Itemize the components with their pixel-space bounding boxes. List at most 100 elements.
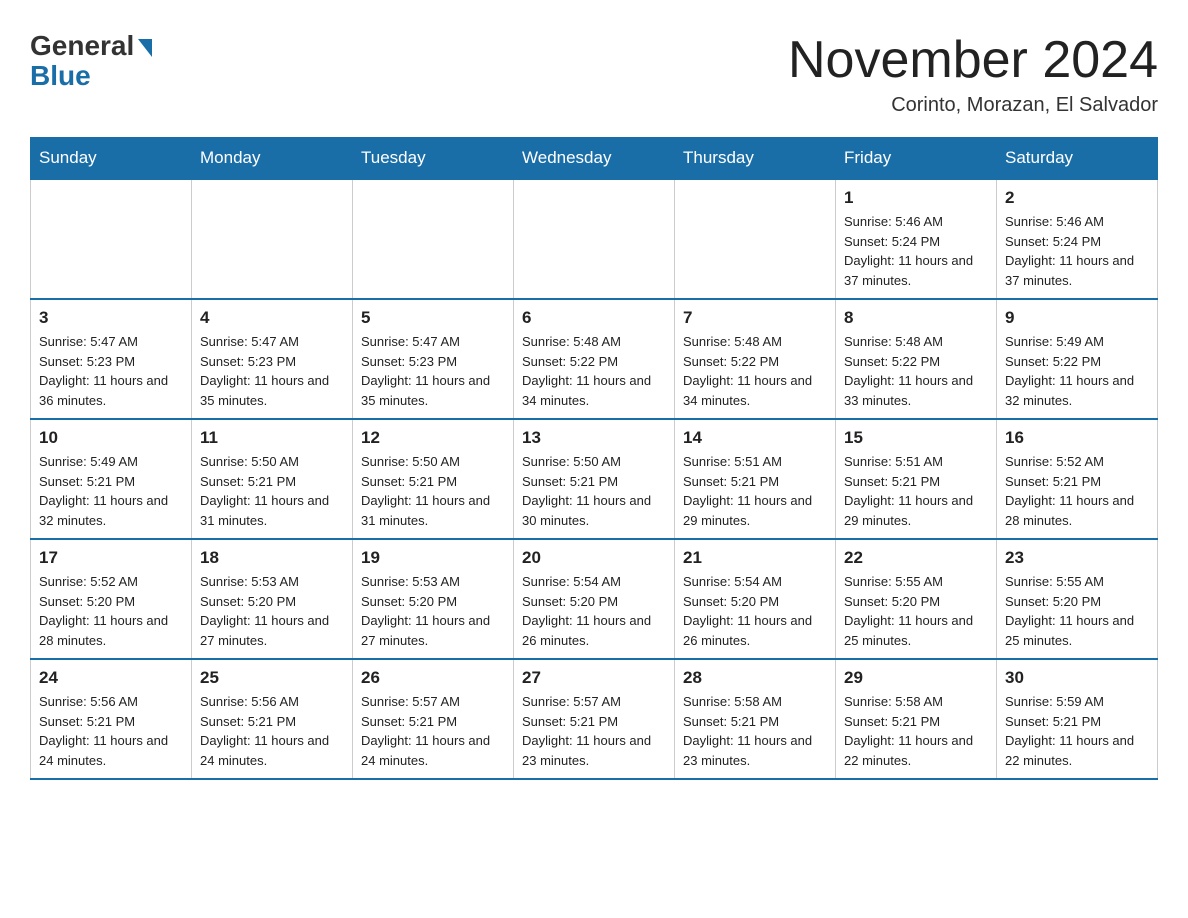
day-number: 29: [844, 668, 988, 688]
day-number: 24: [39, 668, 183, 688]
calendar-cell: 6Sunrise: 5:48 AM Sunset: 5:22 PM Daylig…: [514, 299, 675, 419]
day-number: 3: [39, 308, 183, 328]
day-number: 4: [200, 308, 344, 328]
day-number: 21: [683, 548, 827, 568]
calendar-week-4: 17 Sunrise: 5:52 AM Sunset: 5:20 PM Dayli…: [31, 539, 1158, 659]
calendar-header-row: SundayMondayTuesdayWednesdayThursdayFrid…: [31, 138, 1158, 180]
calendar-cell: 16Sunrise: 5:52 AM Sunset: 5:21 PM Dayli…: [997, 419, 1158, 539]
day-number: 23: [1005, 548, 1149, 568]
day-number: 15: [844, 428, 988, 448]
day-number: 18: [200, 548, 344, 568]
day-info: Sunrise: 5:59 AM Sunset: 5:21 PM Dayligh…: [1005, 692, 1149, 770]
calendar-cell: 7 Sunrise: 5:48 AM Sunset: 5:22 PM Daylig…: [675, 299, 836, 419]
day-number: 28: [683, 668, 827, 688]
day-number: 10: [39, 428, 183, 448]
calendar-cell: [192, 179, 353, 299]
day-info: Sunrise: 5:56 AM Sunset: 5:21 PM Dayligh…: [39, 692, 183, 770]
calendar-week-1: 1 Sunrise: 5:46 AM Sunset: 5:24 PM Daylig…: [31, 179, 1158, 299]
day-info: Sunrise: 5:57 AM Sunset: 5:21 PM Dayligh…: [361, 692, 505, 770]
day-info: Sunrise: 5:52 AM Sunset: 5:20 PM Dayligh…: [39, 572, 183, 650]
calendar-cell: [31, 179, 192, 299]
column-header-monday: Monday: [192, 138, 353, 180]
month-title: November 2024: [788, 30, 1158, 90]
calendar-cell: 28 Sunrise: 5:58 AM Sunset: 5:21 PM Dayli…: [675, 659, 836, 779]
calendar-cell: 8Sunrise: 5:48 AM Sunset: 5:22 PM Daylig…: [836, 299, 997, 419]
calendar-week-2: 3 Sunrise: 5:47 AM Sunset: 5:23 PM Daylig…: [31, 299, 1158, 419]
calendar-cell: 27 Sunrise: 5:57 AM Sunset: 5:21 PM Dayli…: [514, 659, 675, 779]
day-info: Sunrise: 5:49 AM Sunset: 5:22 PM Dayligh…: [1005, 332, 1149, 410]
calendar-cell: [514, 179, 675, 299]
day-number: 9: [1005, 308, 1149, 328]
day-number: 1: [844, 188, 988, 208]
day-info: Sunrise: 5:51 AM Sunset: 5:21 PM Dayligh…: [844, 452, 988, 530]
calendar-cell: 10 Sunrise: 5:49 AM Sunset: 5:21 PM Dayli…: [31, 419, 192, 539]
day-number: 17: [39, 548, 183, 568]
day-number: 7: [683, 308, 827, 328]
day-number: 14: [683, 428, 827, 448]
day-info: Sunrise: 5:57 AM Sunset: 5:21 PM Dayligh…: [522, 692, 666, 770]
calendar-cell: 26 Sunrise: 5:57 AM Sunset: 5:21 PM Dayli…: [353, 659, 514, 779]
calendar-cell: 20Sunrise: 5:54 AM Sunset: 5:20 PM Dayli…: [514, 539, 675, 659]
calendar-cell: 17 Sunrise: 5:52 AM Sunset: 5:20 PM Dayli…: [31, 539, 192, 659]
day-info: Sunrise: 5:50 AM Sunset: 5:21 PM Dayligh…: [200, 452, 344, 530]
calendar-cell: 18 Sunrise: 5:53 AM Sunset: 5:20 PM Dayli…: [192, 539, 353, 659]
day-info: Sunrise: 5:55 AM Sunset: 5:20 PM Dayligh…: [844, 572, 988, 650]
day-number: 27: [522, 668, 666, 688]
calendar-cell: 29 Sunrise: 5:58 AM Sunset: 5:21 PM Dayli…: [836, 659, 997, 779]
column-header-thursday: Thursday: [675, 138, 836, 180]
calendar-cell: [353, 179, 514, 299]
day-info: Sunrise: 5:58 AM Sunset: 5:21 PM Dayligh…: [844, 692, 988, 770]
calendar-cell: 9 Sunrise: 5:49 AM Sunset: 5:22 PM Daylig…: [997, 299, 1158, 419]
day-info: Sunrise: 5:55 AM Sunset: 5:20 PM Dayligh…: [1005, 572, 1149, 650]
calendar-cell: 4 Sunrise: 5:47 AM Sunset: 5:23 PM Daylig…: [192, 299, 353, 419]
day-info: Sunrise: 5:56 AM Sunset: 5:21 PM Dayligh…: [200, 692, 344, 770]
calendar-cell: 11 Sunrise: 5:50 AM Sunset: 5:21 PM Dayli…: [192, 419, 353, 539]
calendar-cell: [675, 179, 836, 299]
column-header-sunday: Sunday: [31, 138, 192, 180]
day-info: Sunrise: 5:54 AM Sunset: 5:20 PM Dayligh…: [683, 572, 827, 650]
day-info: Sunrise: 5:48 AM Sunset: 5:22 PM Dayligh…: [683, 332, 827, 410]
calendar-week-3: 10 Sunrise: 5:49 AM Sunset: 5:21 PM Dayli…: [31, 419, 1158, 539]
day-info: Sunrise: 5:46 AM Sunset: 5:24 PM Dayligh…: [844, 212, 988, 290]
calendar-cell: 24 Sunrise: 5:56 AM Sunset: 5:21 PM Dayli…: [31, 659, 192, 779]
calendar-week-5: 24 Sunrise: 5:56 AM Sunset: 5:21 PM Dayli…: [31, 659, 1158, 779]
day-info: Sunrise: 5:47 AM Sunset: 5:23 PM Dayligh…: [200, 332, 344, 410]
day-number: 30: [1005, 668, 1149, 688]
day-info: Sunrise: 5:50 AM Sunset: 5:21 PM Dayligh…: [361, 452, 505, 530]
day-info: Sunrise: 5:47 AM Sunset: 5:23 PM Dayligh…: [361, 332, 505, 410]
day-number: 25: [200, 668, 344, 688]
logo: General Blue: [30, 30, 152, 92]
column-header-saturday: Saturday: [997, 138, 1158, 180]
day-number: 19: [361, 548, 505, 568]
calendar-cell: 3 Sunrise: 5:47 AM Sunset: 5:23 PM Daylig…: [31, 299, 192, 419]
calendar-cell: 2Sunrise: 5:46 AM Sunset: 5:24 PM Daylig…: [997, 179, 1158, 299]
day-info: Sunrise: 5:50 AM Sunset: 5:21 PM Dayligh…: [522, 452, 666, 530]
calendar-cell: 21 Sunrise: 5:54 AM Sunset: 5:20 PM Dayli…: [675, 539, 836, 659]
day-number: 12: [361, 428, 505, 448]
logo-blue-text: Blue: [30, 60, 91, 92]
day-info: Sunrise: 5:48 AM Sunset: 5:22 PM Dayligh…: [844, 332, 988, 410]
calendar-cell: 1 Sunrise: 5:46 AM Sunset: 5:24 PM Daylig…: [836, 179, 997, 299]
calendar-cell: 22Sunrise: 5:55 AM Sunset: 5:20 PM Dayli…: [836, 539, 997, 659]
column-header-tuesday: Tuesday: [353, 138, 514, 180]
day-number: 2: [1005, 188, 1149, 208]
calendar-cell: 19Sunrise: 5:53 AM Sunset: 5:20 PM Dayli…: [353, 539, 514, 659]
day-number: 5: [361, 308, 505, 328]
day-number: 26: [361, 668, 505, 688]
calendar-cell: 15 Sunrise: 5:51 AM Sunset: 5:21 PM Dayli…: [836, 419, 997, 539]
location-text: Corinto, Morazan, El Salvador: [788, 94, 1158, 117]
title-section: November 2024 Corinto, Morazan, El Salva…: [788, 30, 1158, 117]
day-info: Sunrise: 5:49 AM Sunset: 5:21 PM Dayligh…: [39, 452, 183, 530]
calendar-cell: 5 Sunrise: 5:47 AM Sunset: 5:23 PM Daylig…: [353, 299, 514, 419]
logo-arrow-icon: [138, 39, 152, 57]
calendar-cell: 14Sunrise: 5:51 AM Sunset: 5:21 PM Dayli…: [675, 419, 836, 539]
day-number: 11: [200, 428, 344, 448]
calendar-table: SundayMondayTuesdayWednesdayThursdayFrid…: [30, 137, 1158, 780]
day-info: Sunrise: 5:53 AM Sunset: 5:20 PM Dayligh…: [200, 572, 344, 650]
column-header-friday: Friday: [836, 138, 997, 180]
day-info: Sunrise: 5:58 AM Sunset: 5:21 PM Dayligh…: [683, 692, 827, 770]
calendar-cell: 25 Sunrise: 5:56 AM Sunset: 5:21 PM Dayli…: [192, 659, 353, 779]
day-info: Sunrise: 5:47 AM Sunset: 5:23 PM Dayligh…: [39, 332, 183, 410]
calendar-cell: 30 Sunrise: 5:59 AM Sunset: 5:21 PM Dayli…: [997, 659, 1158, 779]
calendar-cell: 13Sunrise: 5:50 AM Sunset: 5:21 PM Dayli…: [514, 419, 675, 539]
